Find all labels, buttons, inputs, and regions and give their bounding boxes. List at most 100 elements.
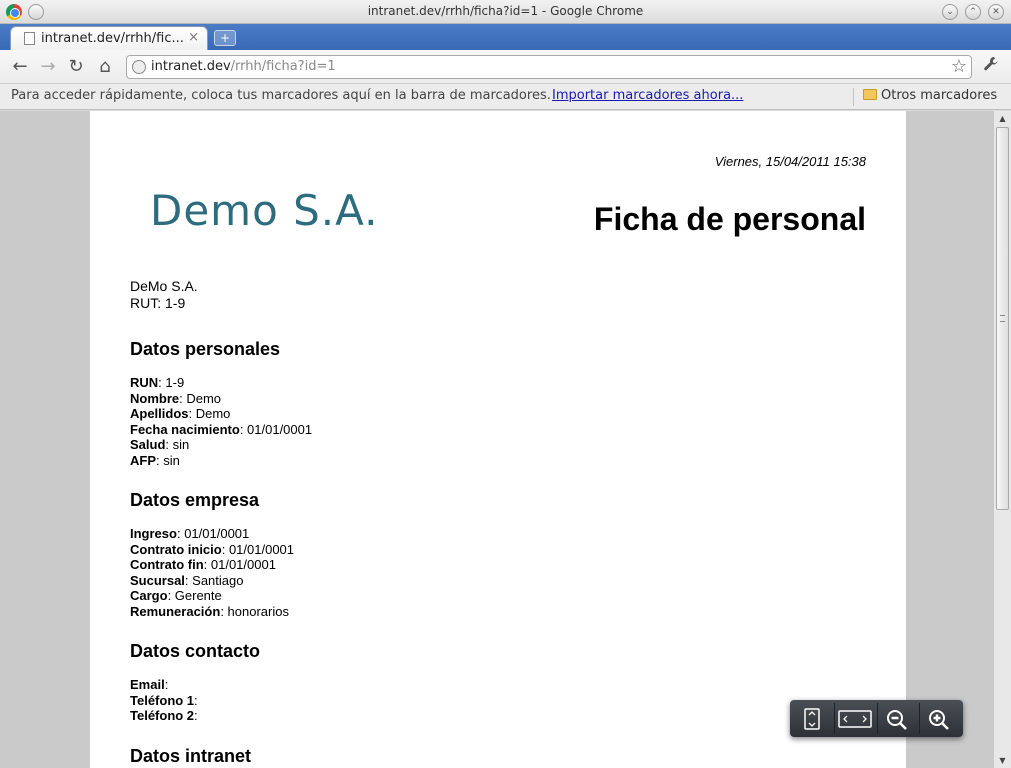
field-value: : 1-9 bbox=[158, 375, 185, 390]
zoom-in-button[interactable] bbox=[919, 703, 957, 734]
wrench-menu-icon[interactable] bbox=[980, 56, 1002, 78]
bookmarks-divider bbox=[853, 88, 854, 106]
field-row: Cargo: Gerente bbox=[130, 588, 294, 604]
section-intranet-title: Datos intranet bbox=[130, 746, 252, 766]
field-value: : 01/01/0001 bbox=[221, 541, 295, 557]
address-bar[interactable]: intranet.dev/rrhh/ficha?id=1 ☆ bbox=[126, 55, 972, 79]
zoom-in-icon bbox=[928, 710, 949, 730]
field-label: Email bbox=[130, 677, 165, 692]
fit-width-icon bbox=[837, 710, 872, 728]
forward-arrow-icon[interactable]: → bbox=[37, 56, 59, 78]
scroll-down-arrow-icon[interactable]: ▼ bbox=[994, 753, 1011, 768]
reload-icon[interactable]: ↻ bbox=[65, 56, 87, 78]
home-icon[interactable]: ⌂ bbox=[94, 56, 116, 78]
vertical-scrollbar[interactable]: ▲ ▼ bbox=[993, 111, 1011, 768]
field-label: RUN bbox=[130, 375, 159, 390]
section-contacto-fields: Email: Teléfono 1: Teléfono 2: bbox=[130, 677, 198, 724]
window-title: intranet.dev/rrhh/ficha?id=1 - Google Ch… bbox=[367, 4, 644, 18]
document-date: Viernes, 15/04/2011 15:38 bbox=[714, 154, 866, 169]
tab-close-icon[interactable]: × bbox=[188, 30, 199, 45]
field-value: : 01/01/0001 bbox=[239, 421, 313, 437]
field-value: : bbox=[164, 677, 169, 692]
field-label: Salud bbox=[130, 437, 166, 452]
section-empresa-fields: Ingreso: 01/01/0001 Contrato inicio: 01/0… bbox=[130, 526, 294, 619]
field-label: Teléfono 2 bbox=[130, 708, 195, 723]
url-host: intranet.dev bbox=[151, 59, 231, 74]
field-label: Remuneración bbox=[130, 603, 221, 619]
zoom-out-icon bbox=[886, 710, 907, 730]
company-logo: Demo S.A. bbox=[150, 186, 379, 235]
field-label: Fecha nacimiento bbox=[130, 421, 240, 437]
field-value: : Santiago bbox=[184, 572, 244, 588]
bookmarks-bar: Para acceder rápidamente, coloca tus mar… bbox=[0, 84, 1011, 110]
section-empresa-title: Datos empresa bbox=[130, 490, 260, 510]
company-info: DeMo S.A. RUT: 1-9 bbox=[130, 278, 198, 312]
maximize-button[interactable]: ⌃ bbox=[965, 4, 981, 20]
field-row: Teléfono 1: bbox=[130, 693, 198, 709]
field-label: Contrato inicio bbox=[130, 541, 222, 557]
wrench-icon bbox=[984, 57, 998, 71]
field-row: Teléfono 2: bbox=[130, 708, 198, 724]
close-window-button[interactable]: ✕ bbox=[988, 4, 1004, 20]
zoom-out-button[interactable] bbox=[877, 703, 915, 734]
field-value: : sin bbox=[156, 452, 180, 468]
company-rut: RUT: 1-9 bbox=[130, 295, 186, 311]
url-text: intranet.dev/rrhh/ficha?id=1 bbox=[151, 59, 336, 74]
field-label: Sucursal bbox=[130, 572, 185, 588]
pdf-zoom-toolbar bbox=[790, 700, 963, 737]
field-value: : 01/01/0001 bbox=[203, 557, 276, 572]
field-label: Cargo bbox=[130, 588, 168, 603]
tab-label: intranet.dev/rrhh/fic... bbox=[41, 31, 184, 46]
field-value: : honorarios bbox=[220, 603, 289, 619]
field-label: Apellidos bbox=[130, 406, 189, 421]
page-icon bbox=[24, 32, 35, 45]
fit-to-width-button[interactable] bbox=[834, 703, 874, 734]
field-value: : Gerente bbox=[167, 588, 222, 603]
field-row: RUN: 1-9 bbox=[130, 375, 312, 391]
company-name: DeMo S.A. bbox=[130, 278, 198, 294]
scroll-thumb[interactable] bbox=[996, 127, 1009, 510]
field-value: : bbox=[194, 692, 198, 708]
field-row: Fecha nacimiento: 01/01/0001 bbox=[130, 422, 312, 438]
field-row: Ingreso: 01/01/0001 bbox=[130, 526, 294, 542]
window-titlebar: intranet.dev/rrhh/ficha?id=1 - Google Ch… bbox=[0, 0, 1011, 24]
bookmark-star-icon[interactable]: ☆ bbox=[951, 56, 967, 77]
field-row: Apellidos: Demo bbox=[130, 406, 312, 422]
minimize-button[interactable]: ⌄ bbox=[942, 4, 958, 20]
field-row: Remuneración: honorarios bbox=[130, 604, 294, 620]
tab-ficha[interactable]: intranet.dev/rrhh/fic... × bbox=[10, 26, 208, 50]
scroll-up-arrow-icon[interactable]: ▲ bbox=[994, 111, 1011, 126]
field-value: : Demo bbox=[179, 390, 222, 406]
other-bookmarks-button[interactable]: Otros marcadores bbox=[863, 88, 997, 103]
other-bookmarks-label: Otros marcadores bbox=[881, 88, 998, 103]
field-row: AFP: sin bbox=[130, 453, 312, 469]
field-row: Contrato fin: 01/01/0001 bbox=[130, 557, 294, 573]
field-row: Contrato inicio: 01/01/0001 bbox=[130, 542, 294, 558]
tab-strip: intranet.dev/rrhh/fic... × + bbox=[0, 24, 1011, 50]
field-row: Sucursal: Santiago bbox=[130, 573, 294, 589]
field-row: Nombre: Demo bbox=[130, 391, 312, 407]
fit-page-icon bbox=[804, 708, 820, 730]
field-label: Teléfono 1 bbox=[130, 692, 195, 708]
field-row: Email: bbox=[130, 677, 198, 693]
new-tab-button[interactable]: + bbox=[214, 30, 236, 46]
back-arrow-icon[interactable]: ← bbox=[9, 56, 31, 78]
field-label: AFP bbox=[130, 452, 156, 468]
page-viewport: Viernes, 15/04/2011 15:38 Demo S.A. Fich… bbox=[0, 111, 993, 768]
fit-to-page-button[interactable] bbox=[793, 703, 831, 734]
field-label: Contrato fin bbox=[130, 557, 204, 572]
globe-icon bbox=[132, 60, 146, 74]
url-path: /rrhh/ficha?id=1 bbox=[230, 59, 336, 74]
field-value: : sin bbox=[165, 437, 190, 452]
grip-icon bbox=[1000, 315, 1005, 322]
field-value: : bbox=[194, 708, 198, 723]
field-label: Ingreso bbox=[130, 526, 177, 541]
pdf-page: Viernes, 15/04/2011 15:38 Demo S.A. Fich… bbox=[90, 111, 906, 768]
bookmarks-hint: Para acceder rápidamente, coloca tus mar… bbox=[11, 88, 551, 103]
field-value: : Demo bbox=[188, 406, 231, 421]
section-contacto-title: Datos contacto bbox=[130, 641, 261, 661]
import-bookmarks-link[interactable]: Importar marcadores ahora... bbox=[552, 88, 743, 103]
document-title: Ficha de personal bbox=[593, 201, 866, 237]
section-personal-title: Datos personales bbox=[130, 339, 281, 359]
field-label: Nombre bbox=[130, 390, 180, 406]
